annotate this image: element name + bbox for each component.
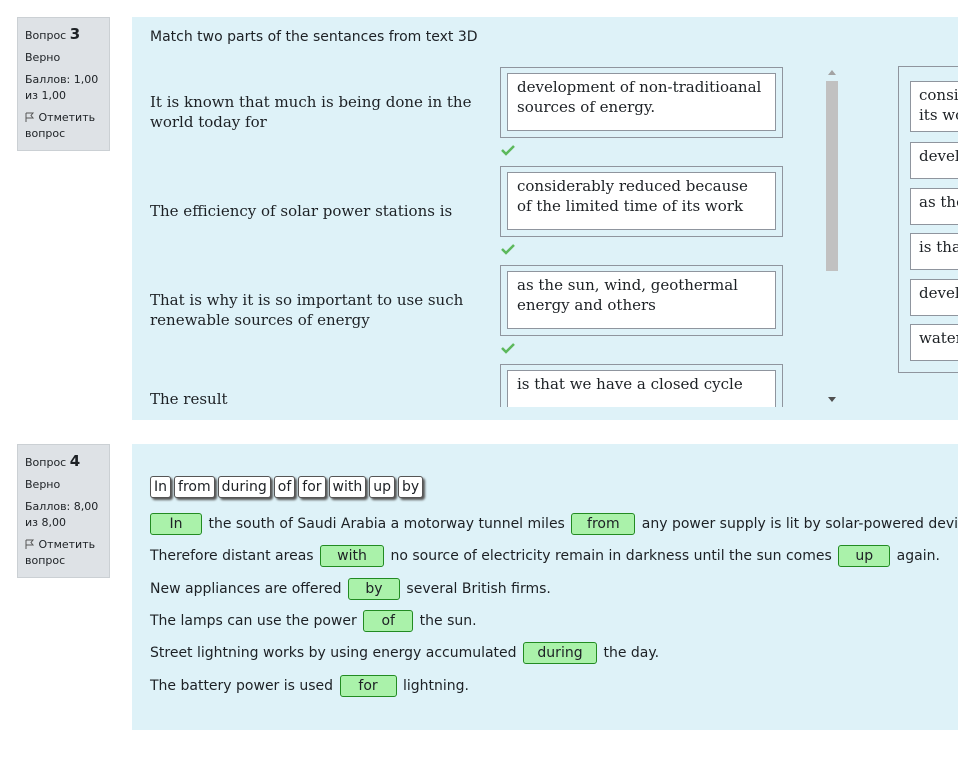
match-scroll-area[interactable]: It is known that much is being done in t… xyxy=(132,65,832,407)
sentence-4: The lamps can use the power of the sun. xyxy=(150,609,477,633)
drop-zone-2[interactable]: considerably reduced because of the limi… xyxy=(500,166,783,237)
question-grade: Баллов: 1,00 из 1,00 xyxy=(25,73,99,102)
match-stem-1: It is known that much is being done in t… xyxy=(150,93,472,131)
drag-word-chip[interactable]: of xyxy=(273,476,296,498)
choice-item[interactable]: is that xyxy=(910,233,958,270)
drop-gap[interactable]: for xyxy=(339,675,397,697)
drop-gap[interactable]: with xyxy=(320,545,385,567)
drag-word-chip[interactable]: by xyxy=(398,476,424,498)
choice-item[interactable]: consic its wo xyxy=(910,81,958,132)
question-grade: Баллов: 8,00 из 8,00 xyxy=(25,500,99,529)
match-stem-2: The efficiency of solar power stations i… xyxy=(150,202,453,220)
flag-icon xyxy=(25,112,35,122)
check-icon xyxy=(501,244,515,255)
match-stem-3: That is why it is so important to use su… xyxy=(150,291,464,329)
drag-word-chip[interactable]: up xyxy=(369,476,395,498)
question-content-4: In from during of for with up by In the south o… xyxy=(132,444,958,730)
vertical-scrollbar[interactable] xyxy=(825,65,840,407)
sentence-1: In the south of Saudi Arabia a motorway … xyxy=(150,512,958,536)
drag-word-chip[interactable]: for xyxy=(298,476,326,498)
drop-zone-4[interactable]: is that we have a closed cycle xyxy=(500,364,783,407)
check-icon xyxy=(501,145,515,156)
drag-word-chip[interactable]: from xyxy=(174,476,215,498)
match-stem-4: The result xyxy=(150,390,228,407)
drop-gap[interactable]: from xyxy=(571,513,636,535)
check-icon xyxy=(501,343,515,354)
choice-item[interactable]: water xyxy=(910,324,958,361)
question-state: Верно xyxy=(25,51,61,64)
scroll-down-arrow-icon[interactable] xyxy=(828,397,836,402)
scrollbar-thumb[interactable] xyxy=(826,81,838,271)
choice-item[interactable]: develo xyxy=(910,142,958,179)
sentence-6: The battery power is used for lightning. xyxy=(150,674,469,698)
drop-zone-3[interactable]: as the sun, wind, geothermal energy and … xyxy=(500,265,783,336)
question-info-4: Вопрос 4 Верно Баллов: 8,00 из 8,00 Отме… xyxy=(17,444,110,578)
flag-question-link[interactable]: Отметить вопрос xyxy=(25,537,103,569)
word-chips: In from during of for with up by xyxy=(150,476,426,500)
drop-answer-4[interactable]: is that we have a closed cycle xyxy=(507,370,776,407)
drag-word-chip[interactable]: during xyxy=(217,476,271,498)
drop-gap[interactable]: In xyxy=(150,513,202,535)
drop-answer-3[interactable]: as the sun, wind, geothermal energy and … xyxy=(507,271,776,329)
drop-answer-1[interactable]: development of non-traditioanal sources … xyxy=(507,73,776,131)
question-content-3: Match two parts of the sentances from te… xyxy=(132,17,958,420)
sentence-2: Therefore distant areas with no source o… xyxy=(150,544,940,568)
drop-gap[interactable]: of xyxy=(363,610,414,632)
scroll-up-arrow-icon[interactable] xyxy=(828,70,836,75)
flag-icon xyxy=(25,539,35,549)
question-number: Вопрос 3 xyxy=(25,25,81,43)
question-text: Match two parts of the sentances from te… xyxy=(150,29,478,45)
drop-gap[interactable]: during xyxy=(523,642,598,664)
drop-gap[interactable]: by xyxy=(347,578,400,600)
question-info-3: Вопрос 3 Верно Баллов: 1,00 из 1,00 Отме… xyxy=(17,17,110,151)
question-number: Вопрос 4 xyxy=(25,452,81,470)
drag-word-chip[interactable]: In xyxy=(150,476,172,498)
question-state: Верно xyxy=(25,478,61,491)
drop-answer-2[interactable]: considerably reduced because of the limi… xyxy=(507,172,776,230)
drag-word-chip[interactable]: with xyxy=(328,476,367,498)
flag-question-link[interactable]: Отметить вопрос xyxy=(25,110,103,142)
choice-item[interactable]: as the xyxy=(910,188,958,225)
drop-gap[interactable]: up xyxy=(838,545,891,567)
choice-item[interactable]: develo xyxy=(910,279,958,316)
sentence-5: Street lightning works by using energy a… xyxy=(150,641,659,665)
drop-zone-1[interactable]: development of non-traditioanal sources … xyxy=(500,67,783,138)
choices-panel: consic its wo develo as the is that deve… xyxy=(898,66,958,373)
sentence-3: New appliances are offered by several Br… xyxy=(150,577,551,601)
